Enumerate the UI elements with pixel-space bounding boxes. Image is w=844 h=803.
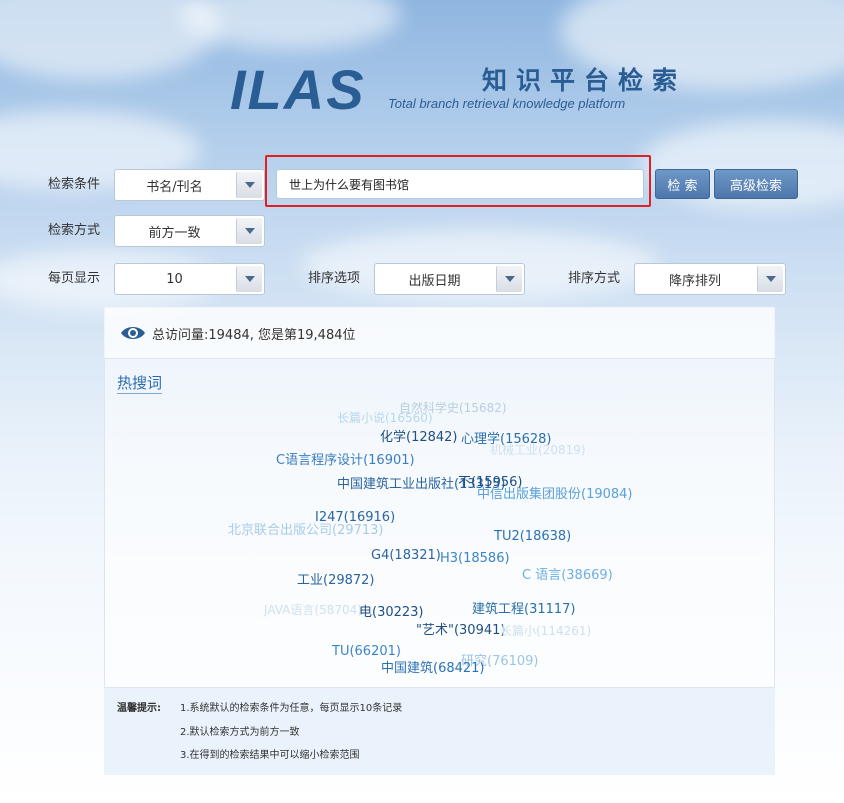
tips-line: 2.默认检索方式为前方一致 <box>180 727 300 738</box>
logo-brand: ILAS <box>230 58 366 121</box>
tips-panel: 温馨提示: 1.系统默认的检索条件为任意，每页显示10条记录 2.默认检索方式为… <box>104 687 775 775</box>
mode-label: 检索方式 <box>48 223 101 238</box>
hot-word-link[interactable]: 化学(12842) <box>380 430 458 445</box>
hot-word-link[interactable]: H3(18586) <box>440 551 510 566</box>
sort-dropdown-button[interactable] <box>496 266 522 292</box>
chevron-down-icon <box>244 182 255 188</box>
hot-word-link[interactable]: TU(66201) <box>332 644 401 659</box>
hot-word-link[interactable]: 中信出版集团股份(19084) <box>477 487 633 502</box>
hot-word-link[interactable]: 长篇小说(16560) <box>337 411 433 426</box>
eye-icon <box>121 327 145 339</box>
hot-word-link[interactable]: 工业(29872) <box>297 573 375 588</box>
perpage-dropdown-button[interactable] <box>236 266 262 292</box>
tips-line: 3.在得到的检索结果中可以缩小检索范围 <box>180 750 360 761</box>
hot-words-title: 热搜词 <box>117 374 163 394</box>
hot-word-link[interactable]: C语言程序设计(16901) <box>276 453 415 468</box>
chevron-down-icon <box>244 228 255 234</box>
order-label: 排序方式 <box>568 271 621 286</box>
tips-line: 1.系统默认的检索条件为任意，每页显示10条记录 <box>180 703 403 714</box>
perpage-label: 每页显示 <box>48 271 101 286</box>
order-dropdown-button[interactable] <box>757 266 783 292</box>
logo: ILAS 知识平台检索 Total branch retrieval knowl… <box>230 60 690 120</box>
tips-label: 温馨提示: <box>117 703 161 714</box>
hot-word-link[interactable]: 北京联合出版公司(29713) <box>228 523 384 538</box>
logo-title-cn: 知识平台检索 <box>482 66 687 95</box>
sort-label: 排序选项 <box>308 271 361 286</box>
hot-word-link[interactable]: 建筑工程(31117) <box>472 602 576 617</box>
hot-word-link[interactable]: G4(18321) <box>371 548 441 563</box>
hot-word-link[interactable]: 电(30223) <box>359 605 424 620</box>
hot-word-link[interactable]: 长篇小(114261) <box>500 624 591 639</box>
chevron-down-icon <box>504 276 515 282</box>
sort-select[interactable]: 出版日期 <box>374 263 525 295</box>
mode-select[interactable]: 前方一致 <box>114 215 265 247</box>
advanced-search-button[interactable]: 高级检索 <box>714 169 798 199</box>
hot-word-link[interactable]: "艺术"(30941) <box>416 623 505 638</box>
hot-word-link[interactable]: JAVA语言(58704) <box>264 603 362 618</box>
condition-select[interactable]: 书名/刊名 <box>114 169 265 201</box>
visit-counter-text: 总访问量:19484, 您是第19,484位 <box>152 328 356 343</box>
perpage-select[interactable]: 10 <box>114 263 265 295</box>
chevron-down-icon <box>765 276 776 282</box>
search-input[interactable] <box>276 169 644 199</box>
mode-dropdown-button[interactable] <box>236 218 262 244</box>
condition-label: 检索条件 <box>48 177 101 192</box>
hot-word-link[interactable]: 中国建筑(68421) <box>381 661 485 676</box>
hot-word-link[interactable]: C 语言(38669) <box>522 568 613 583</box>
condition-dropdown-button[interactable] <box>236 172 262 198</box>
order-select[interactable]: 降序排列 <box>634 263 786 295</box>
search-button[interactable]: 检 索 <box>655 169 710 199</box>
logo-title-en: Total branch retrieval knowledge platfor… <box>388 96 626 111</box>
visit-counter: 总访问量:19484, 您是第19,484位 <box>104 307 775 359</box>
chevron-down-icon <box>244 276 255 282</box>
hot-word-link[interactable]: 机械工业(20819) <box>490 443 586 458</box>
hot-word-link[interactable]: TU2(18638) <box>494 529 571 544</box>
